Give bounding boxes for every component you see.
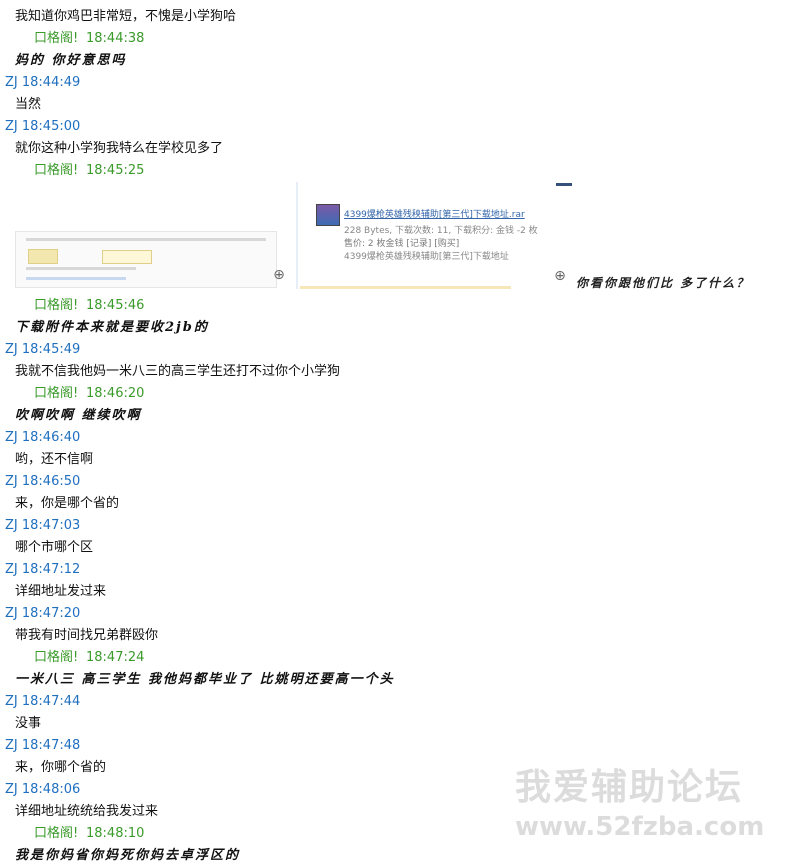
attachment-price: 售价: 2 枚金钱 [记录] [购买]: [344, 239, 460, 249]
message-time: 18:47:24: [86, 650, 145, 665]
watermark-url: www.52fzba.com: [515, 812, 765, 842]
sender-name[interactable]: 口格阁!: [34, 823, 86, 845]
message-time: 18:44:38: [86, 31, 145, 46]
message-text: 妈的 你好意思吗: [15, 53, 127, 68]
sender-header-zj[interactable]: ZJ 18:47:12: [5, 559, 80, 581]
message-text: 我就不信我他妈一米八三的高三学生还打不过你个小学狗: [15, 364, 341, 379]
message-time: 18:48:10: [86, 826, 145, 841]
message-text: 详细地址发过来: [15, 584, 107, 599]
sender-header-zj[interactable]: ZJ 18:44:49: [5, 72, 80, 94]
message-text: 带我有时间找兄弟群殴你: [15, 628, 159, 643]
sender-header-zj[interactable]: ZJ 18:46:40: [5, 427, 80, 449]
message-time: 18:45:46: [86, 298, 145, 313]
sender-header-zj[interactable]: ZJ 18:48:06: [5, 779, 80, 801]
sender-header-zj[interactable]: ZJ 18:47:20: [5, 603, 80, 625]
message-text: 来，你哪个省的: [15, 760, 107, 775]
sender-name[interactable]: 口格阁!: [34, 647, 86, 669]
sender-header-me: 口格阁! 18:45:25: [34, 160, 144, 182]
image-border: [300, 286, 511, 289]
screenshot-thumbnail-download[interactable]: 4399爆枪英雄残秧辅助[第三代]下载地址.rar 228 Bytes, 下载次…: [296, 182, 538, 289]
sender-header-me: 口格阁! 18:45:46: [34, 295, 144, 317]
image-caption: 你看你跟他们比 多了什么？: [576, 276, 751, 290]
message-text: 我是你妈省你妈死你妈去卓浮区的: [15, 848, 241, 863]
zoom-icon[interactable]: ⊕: [552, 268, 568, 284]
attachment-link[interactable]: 4399爆枪英雄残秧辅助[第三代]下载地址.rar: [344, 207, 525, 220]
message-time: 18:45:25: [86, 163, 145, 178]
message-time: 18:46:20: [86, 386, 145, 401]
sender-header-zj[interactable]: ZJ 18:45:49: [5, 339, 80, 361]
attachment-desc: 4399爆枪英雄残秧辅助[第三代]下载地址: [344, 252, 509, 262]
message-text: 当然: [15, 97, 42, 112]
message-text: 来，你是哪个省的: [15, 496, 120, 511]
sender-name[interactable]: 口格阁!: [34, 160, 86, 182]
sender-header-me: 口格阁! 18:48:10: [34, 823, 144, 845]
message-text: 我知道你鸡巴非常短，不愧是小学狗哈: [15, 9, 237, 24]
sender-header-me: 口格阁! 18:47:24: [34, 647, 144, 669]
sender-header-me: 口格阁! 18:44:38: [34, 28, 144, 50]
dash-mark: [556, 183, 572, 186]
sender-name[interactable]: 口格阁!: [34, 295, 86, 317]
rar-file-icon: [316, 204, 340, 226]
sender-header-zj[interactable]: ZJ 18:45:00: [5, 116, 80, 138]
attachment-meta: 228 Bytes, 下载次数: 11, 下载积分: 金钱 -2 枚: [344, 226, 538, 236]
sender-header-zj[interactable]: ZJ 18:47:44: [5, 691, 80, 713]
sender-name[interactable]: 口格阁!: [34, 28, 86, 50]
sender-header-zj[interactable]: ZJ 18:46:50: [5, 471, 80, 493]
message-text: 详细地址统统给我发过来: [15, 804, 159, 819]
screenshot-thumbnail-forum[interactable]: [15, 231, 277, 288]
watermark-title: 我爱辅助论坛: [515, 767, 744, 808]
sender-name[interactable]: 口格阁!: [34, 383, 86, 405]
sender-header-me: 口格阁! 18:46:20: [34, 383, 144, 405]
message-text: 就你这种小学狗我特么在学校见多了: [15, 141, 224, 156]
message-text: 下载附件本来就是要收2jb的: [15, 320, 209, 335]
sender-header-zj[interactable]: ZJ 18:47:48: [5, 735, 80, 757]
message-text: 一米八三 高三学生 我他妈都毕业了 比姚明还要高一个头: [15, 672, 395, 687]
message-text: 哪个市哪个区: [15, 540, 94, 555]
sender-header-zj[interactable]: ZJ 18:47:03: [5, 515, 80, 537]
message-text: 吹啊吹啊 继续吹啊: [15, 408, 142, 423]
message-text: 哟，还不信啊: [15, 452, 94, 467]
zoom-icon[interactable]: ⊕: [271, 267, 287, 283]
message-text: 没事: [15, 716, 42, 731]
